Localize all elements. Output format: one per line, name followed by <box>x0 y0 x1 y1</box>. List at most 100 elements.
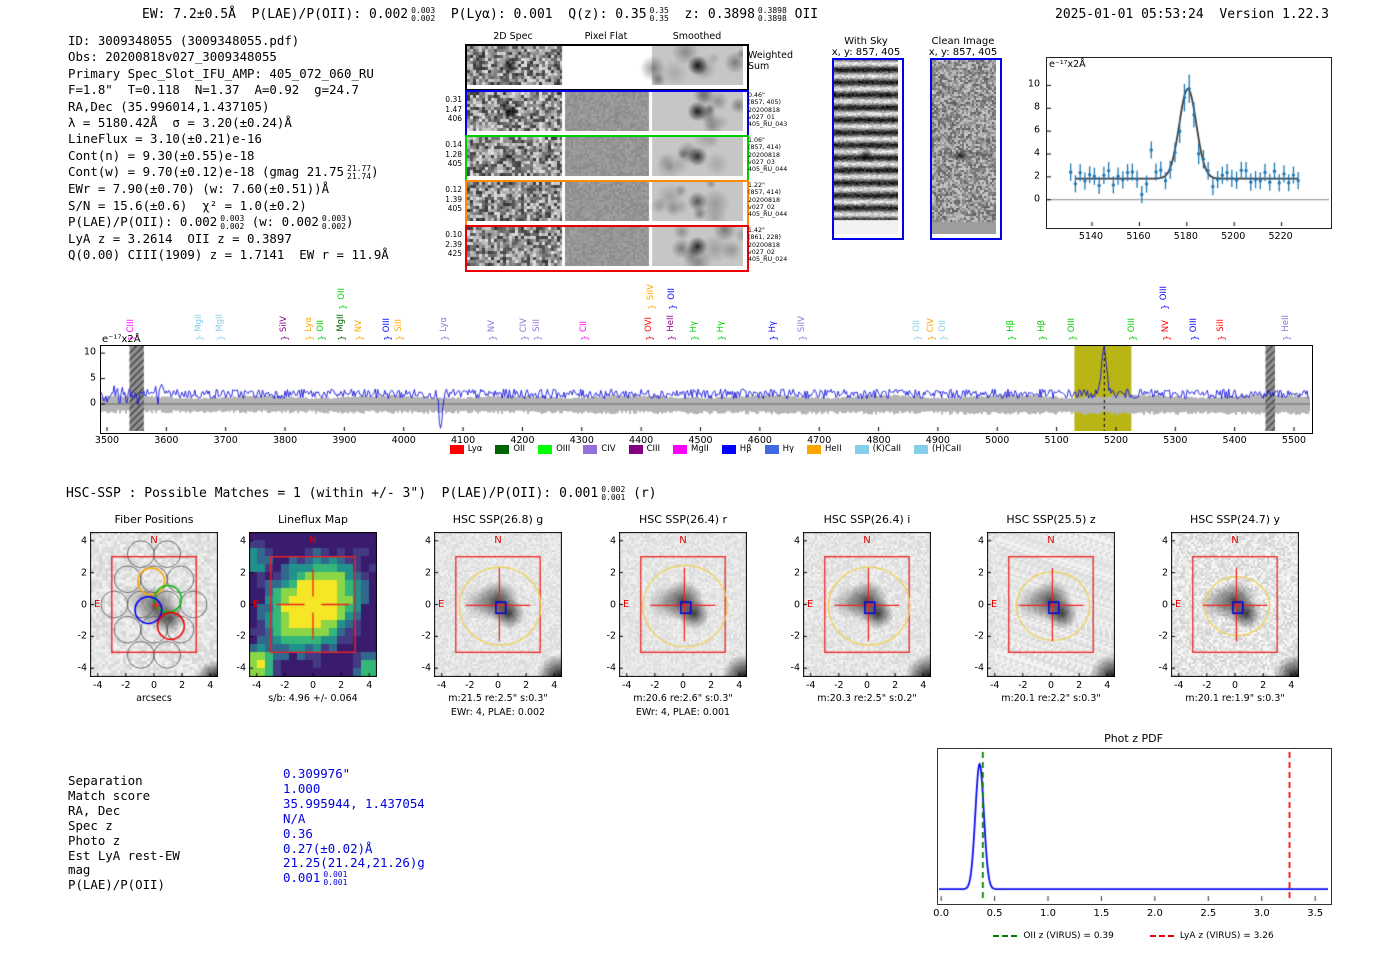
cutout-y-tick-label: 0 <box>424 599 431 610</box>
spec-y-tick-label: 0 <box>89 397 96 409</box>
info-line-6: λ = 5180.42Å σ = 3.20(±0.24)Å <box>68 115 389 131</box>
text-segment: 21.25(21.24,21.26)g <box>283 855 425 871</box>
text-segment: EWr = 7.90(±0.70) (w: 7.60(±0.51))Å <box>68 181 330 197</box>
line-bracket: { <box>1159 304 1170 310</box>
cutout-xlabel: m:20.1 re:1.9" s:0.3" <box>1185 693 1285 704</box>
sky-title: With Sky <box>844 36 888 47</box>
legend-item: MgII <box>673 444 709 454</box>
cutout-y-tick-label: -2 <box>974 630 984 642</box>
cutout-x-tick-label: 2 <box>523 680 530 691</box>
line-bracket: { <box>1216 335 1227 341</box>
cutout-image-5 <box>987 532 1115 677</box>
compass-east-label: E <box>94 598 101 610</box>
emission-line-label: OIII <box>1127 317 1138 332</box>
cutout-y-tick-label: -2 <box>77 630 87 642</box>
text-segment: 0.36 <box>283 825 313 841</box>
legend-swatch <box>764 444 779 454</box>
legend-swatch <box>449 444 464 454</box>
legend-item: (K)CaII <box>854 444 901 454</box>
line-bracket: { <box>531 335 542 341</box>
line-bracket: { <box>519 335 530 341</box>
emission-line-label: NV <box>487 319 498 332</box>
cutout-x-tick-label: -2 <box>650 680 660 691</box>
right-label-line: Sum <box>748 61 770 72</box>
spec2d-col-header: Smoothed <box>672 31 722 42</box>
emission-line-label: MgII <box>336 314 347 332</box>
emission-line-label: SiIV <box>645 283 656 300</box>
cutout-x-tick-label: 0 <box>1047 680 1055 691</box>
emission-line-label: CII <box>578 321 589 332</box>
fit-y-tick-label: 4 <box>1033 147 1040 159</box>
emission-line-label: Lyα <box>439 317 450 332</box>
lower-bound: 0.002 <box>411 14 436 23</box>
text-segment: 35.995944, 1.437054 <box>283 795 425 811</box>
cutout-x-tick-label: 0 <box>679 680 687 691</box>
cutout-x-tick-label: 4 <box>1288 680 1295 691</box>
cutout-xlabel: s/b: 4.96 +/- 0.064 <box>268 693 358 704</box>
cutout-y-tick-label: -2 <box>1158 630 1168 642</box>
line-bracket: { <box>439 335 450 341</box>
line-bracket: { <box>194 335 205 341</box>
sky-title: Clean Image <box>931 36 995 47</box>
fit-x-tick-label: 5160 <box>1126 231 1151 242</box>
stacked-uncertainty: 0.003 0.002 <box>411 7 435 23</box>
cutout-x-tick-label: -4 <box>1173 680 1184 691</box>
line-bracket: { <box>337 304 348 310</box>
text-segment: P(LAE)/P(OII): 0.002 <box>68 214 218 230</box>
legend-item: Lyα <box>449 444 482 454</box>
cutout-y-tick-label: 0 <box>239 599 246 610</box>
right-label-line: 1.42" <box>748 227 765 234</box>
fit-y-tick-label: 8 <box>1033 101 1040 113</box>
cutout-y-tick-label: -4 <box>606 662 616 674</box>
cutout-title: HSC SSP(26.4) r <box>638 513 728 526</box>
emission-line-label: Hβ <box>1036 320 1047 332</box>
photz-legend-dash <box>993 935 1018 937</box>
text-segment: LyA z = 3.2614 OII z = 0.3897 <box>68 231 292 247</box>
cutout-x-tick-label: 0 <box>863 680 871 691</box>
sky-image-with_sky <box>834 60 898 234</box>
emission-line-label: Hγ <box>689 320 700 332</box>
text-segment: N/A <box>283 810 306 826</box>
text-segment: λ = 5180.42Å σ = 3.20(±0.24)Å <box>68 115 292 131</box>
photz-legend-item: LyA z (VIRUS) = 3.26 <box>1149 931 1274 941</box>
compass-north-label: N <box>309 535 317 546</box>
legend-swatch <box>495 444 510 454</box>
right-label-line: 405_RU_043 <box>748 121 788 129</box>
photz-x-tick-label: 2.0 <box>1146 908 1163 919</box>
right-label-line: (857, 405) <box>748 99 781 107</box>
emission-line-label: MgII <box>194 314 205 332</box>
cutout-image-3 <box>619 532 747 677</box>
cutout-xlabel: m:20.6 re:2.6" s:0.3" <box>633 693 733 704</box>
lower-bound: 0.002 <box>321 222 346 232</box>
right-label-line: 20200818 <box>748 241 781 249</box>
right-label-line: (861, 228) <box>748 234 781 242</box>
legend-label: CIII <box>646 444 661 454</box>
spec2d-row <box>465 44 749 91</box>
emission-line-label: Lyα <box>303 317 314 332</box>
info-line-1: ID: 3009348055 (3009348055.pdf) <box>68 33 389 49</box>
cutout-title: Lineflux Map <box>277 513 349 526</box>
compass-east-label: E <box>807 598 814 610</box>
line-bracket: { <box>487 335 498 341</box>
right-label-line: 405_RU_024 <box>748 256 788 264</box>
cutout-y-tick-label: 0 <box>1161 599 1168 610</box>
lower-bound: 0.002 <box>220 222 245 232</box>
legend-swatch <box>628 444 643 454</box>
line-bracket: { <box>335 335 346 341</box>
line-bracket: { <box>303 335 314 341</box>
text-segment: (w: 0.002 <box>244 214 319 230</box>
emission-line-label: OII <box>337 288 348 300</box>
cutout-y-tick-label: -4 <box>421 662 431 674</box>
right-label-line: 1.06" <box>748 137 765 144</box>
cutout-x-tick-label: -2 <box>121 680 131 691</box>
text-segment: P(Lyα): 0.001 Q(z): 0.35 <box>435 7 647 22</box>
left-label-line: 0.31 <box>445 95 462 104</box>
stacked-uncertainty: 0.003 0.002 <box>220 215 244 231</box>
right-label-line: 1.22" <box>748 182 765 189</box>
legend-item: CIV <box>583 444 616 454</box>
legend-item: Hγ <box>764 444 794 454</box>
emission-line-label: NV <box>1160 319 1171 332</box>
left-label-line: 425 <box>447 249 462 258</box>
cutout-xlabel2: EWr: 4, PLAE: 0.001 <box>635 707 731 718</box>
compass-north-label: N <box>1231 535 1239 546</box>
